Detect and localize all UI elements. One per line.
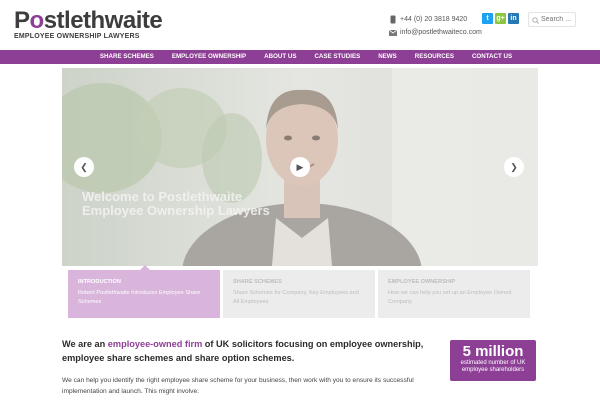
tab-introduction[interactable]: INTRODUCTION Robert Postlethwaite Introd… (68, 265, 220, 318)
contact-info: +44 (0) 20 3818 9420 info@postlethwaitec… (388, 13, 482, 39)
logo-wordmark: Postlethwaite (14, 7, 163, 34)
email-address[interactable]: info@postlethwaiteco.com (400, 29, 482, 36)
hero-slider[interactable]: Welcome to Postlethwaite Employee Owners… (62, 68, 538, 266)
slider-tabs: INTRODUCTION Robert Postlethwaite Introd… (68, 265, 530, 318)
phone-row[interactable]: +44 (0) 20 3818 9420 (388, 13, 482, 26)
nav-resources[interactable]: RESOURCES (406, 50, 463, 64)
main-nav: SHARE SCHEMES EMPLOYEE OWNERSHIP ABOUT U… (0, 50, 600, 64)
nav-about-us[interactable]: ABOUT US (255, 50, 305, 64)
logo-tagline: EMPLOYEE OWNERSHIP LAWYERS (14, 33, 140, 40)
google-plus-icon[interactable]: g+ (495, 13, 506, 24)
social-links: t g+ in (482, 13, 519, 24)
tab-share-schemes[interactable]: SHARE SCHEMES Share Schemes for Company,… (223, 270, 375, 318)
phone-number[interactable]: +44 (0) 20 3818 9420 (400, 16, 467, 23)
linkedin-icon[interactable]: in (508, 13, 519, 24)
nav-employee-ownership[interactable]: EMPLOYEE OWNERSHIP (163, 50, 255, 64)
search-box[interactable] (528, 11, 577, 29)
stat-caption-2: employee shareholders (461, 367, 525, 373)
nav-share-schemes[interactable]: SHARE SCHEMES (91, 50, 163, 64)
nav-case-studies[interactable]: CASE STUDIES (305, 50, 369, 64)
email-row[interactable]: info@postlethwaiteco.com (388, 26, 482, 39)
logo[interactable]: Postlethwaite EMPLOYEE OWNERSHIP LAWYERS (14, 7, 163, 41)
envelope-icon (388, 28, 397, 37)
nav-contact-us[interactable]: CONTACT US (463, 50, 521, 64)
tab-employee-ownership[interactable]: EMPLOYEE OWNERSHIP How we can help you s… (378, 270, 530, 318)
stat-value: 5 million (462, 343, 524, 360)
slider-next-button[interactable]: ❯ (504, 157, 524, 177)
employee-owned-link[interactable]: employee-owned firm (108, 339, 202, 349)
slider-prev-button[interactable]: ❮ (74, 157, 94, 177)
phone-icon (388, 15, 397, 24)
stat-caption-1: estimated number of UK (460, 360, 526, 366)
hero-title: Welcome to Postlethwaite Employee Owners… (82, 189, 270, 218)
chevron-left-icon: ❮ (80, 161, 88, 172)
search-input[interactable] (541, 16, 577, 23)
chevron-right-icon: ❯ (510, 161, 518, 172)
search-icon (532, 11, 539, 29)
site-header: Postlethwaite EMPLOYEE OWNERSHIP LAWYERS… (0, 0, 600, 50)
intro-body: We can help you identify the right emplo… (62, 377, 414, 395)
play-icon: ▶ (296, 161, 304, 172)
twitter-icon[interactable]: t (482, 13, 493, 24)
stat-box: 5 million estimated number of UK employe… (450, 340, 536, 381)
video-play-button[interactable]: ▶ (290, 157, 310, 177)
intro-heading: We are an employee-owned firm of UK soli… (62, 339, 424, 363)
nav-news[interactable]: NEWS (369, 50, 406, 64)
